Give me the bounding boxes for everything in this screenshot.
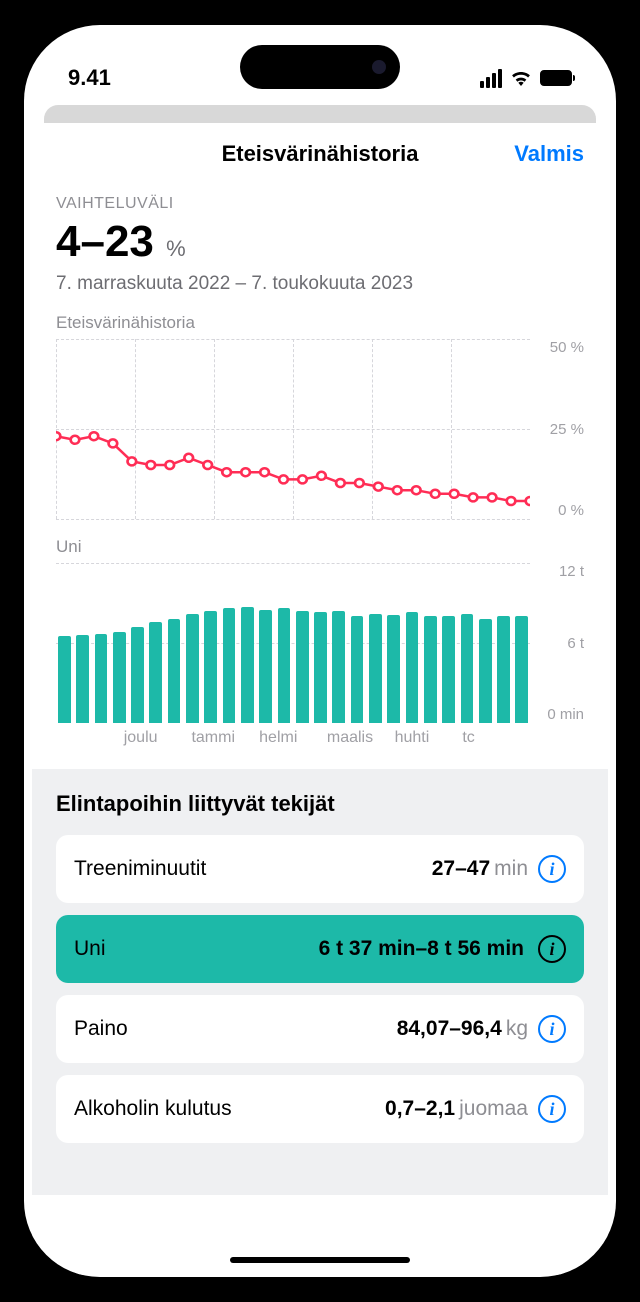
- date-range: 7. marraskuuta 2022 – 7. toukokuuta 2023: [56, 273, 584, 295]
- factor-unit: juomaa: [459, 1097, 528, 1121]
- bar: [461, 614, 474, 723]
- range-section-label: VAIHTELUVÄLI: [56, 195, 584, 213]
- bar: [479, 619, 492, 723]
- y-axis-afib: 50 % 25 % 0 %: [530, 339, 584, 519]
- navigation-bar: Eteisvärinähistoria Valmis: [32, 123, 608, 185]
- bar: [369, 614, 382, 723]
- sleep-chart: Uni 12 t 6 t 0 min joulutammi: [56, 537, 584, 747]
- line-chart-svg: [56, 339, 530, 519]
- bar: [241, 607, 254, 723]
- battery-icon: [540, 70, 572, 86]
- factor-name: Treeniminuutit: [74, 857, 206, 881]
- x-axis-labels: joulutammihelmimaalishuhtitc: [56, 729, 584, 747]
- info-icon[interactable]: i: [538, 1015, 566, 1043]
- home-indicator[interactable]: [230, 1257, 410, 1263]
- info-icon[interactable]: i: [538, 1095, 566, 1123]
- range-number: 4–23: [56, 217, 154, 266]
- phone-screen: 9.41 Eteisvärinähistoria Valmis VAIHTELU…: [24, 25, 616, 1277]
- bar: [131, 627, 144, 723]
- page-title: Eteisvärinähistoria: [222, 141, 419, 167]
- factor-name: Uni: [74, 937, 106, 961]
- bar-plot-area[interactable]: [56, 563, 530, 723]
- info-icon[interactable]: i: [538, 855, 566, 883]
- lifestyle-title: Elintapoihin liittyvät tekijät: [56, 791, 584, 817]
- bar: [387, 615, 400, 723]
- status-icons: [480, 69, 572, 88]
- status-time: 9.41: [68, 65, 111, 91]
- range-value: 4–23 %: [56, 217, 584, 267]
- factor-unit: kg: [506, 1017, 528, 1041]
- scroll-content[interactable]: VAIHTELUVÄLI 4–23 % 7. marraskuuta 2022 …: [32, 195, 608, 747]
- factor-value: 27–47: [432, 857, 490, 881]
- line-plot-area[interactable]: [56, 339, 530, 519]
- range-unit: %: [166, 236, 186, 261]
- info-icon[interactable]: i: [538, 935, 566, 963]
- bar: [186, 614, 199, 723]
- bar: [76, 635, 89, 723]
- modal-sheet: Eteisvärinähistoria Valmis VAIHTELUVÄLI …: [32, 123, 608, 1275]
- dynamic-island: [240, 45, 400, 89]
- bar: [332, 611, 345, 723]
- background-sheet-peek: [44, 105, 596, 123]
- bar: [58, 636, 71, 723]
- chart-title: Uni: [56, 537, 584, 557]
- factor-value: 0,7–2,1: [385, 1097, 455, 1121]
- factor-card[interactable]: Uni 6 t 37 min–8 t 56 min i: [56, 915, 584, 983]
- phone-frame: 9.41 Eteisvärinähistoria Valmis VAIHTELU…: [10, 11, 630, 1291]
- bar: [278, 608, 291, 723]
- bar: [204, 611, 217, 723]
- bar: [314, 612, 327, 723]
- bar: [351, 616, 364, 723]
- y-axis-sleep: 12 t 6 t 0 min: [530, 563, 584, 723]
- wifi-icon: [510, 70, 532, 86]
- afib-history-chart: Eteisvärinähistoria: [56, 313, 584, 519]
- bar: [149, 622, 162, 723]
- bar: [95, 634, 108, 723]
- chart-title: Eteisvärinähistoria: [56, 313, 584, 333]
- bar: [442, 616, 455, 723]
- bar: [296, 611, 309, 723]
- cellular-signal-icon: [480, 69, 502, 88]
- factor-card[interactable]: Alkoholin kulutus 0,7–2,1 juomaai: [56, 1075, 584, 1143]
- bar: [424, 616, 437, 723]
- lifestyle-factors-section: Elintapoihin liittyvät tekijät Treenimin…: [32, 769, 608, 1195]
- factor-name: Paino: [74, 1017, 128, 1041]
- bar: [223, 608, 236, 723]
- bar: [406, 612, 419, 723]
- bar: [497, 616, 510, 723]
- bar: [259, 610, 272, 723]
- bar: [168, 619, 181, 723]
- factor-name: Alkoholin kulutus: [74, 1097, 232, 1121]
- factor-value: 6 t 37 min–8 t 56 min: [319, 937, 524, 961]
- bar: [515, 616, 528, 723]
- factor-value: 84,07–96,4: [397, 1017, 502, 1041]
- factor-card[interactable]: Treeniminuutit 27–47 mini: [56, 835, 584, 903]
- factor-card[interactable]: Paino 84,07–96,4 kgi: [56, 995, 584, 1063]
- factor-unit: min: [494, 857, 528, 881]
- bar: [113, 632, 126, 723]
- done-button[interactable]: Valmis: [514, 141, 584, 167]
